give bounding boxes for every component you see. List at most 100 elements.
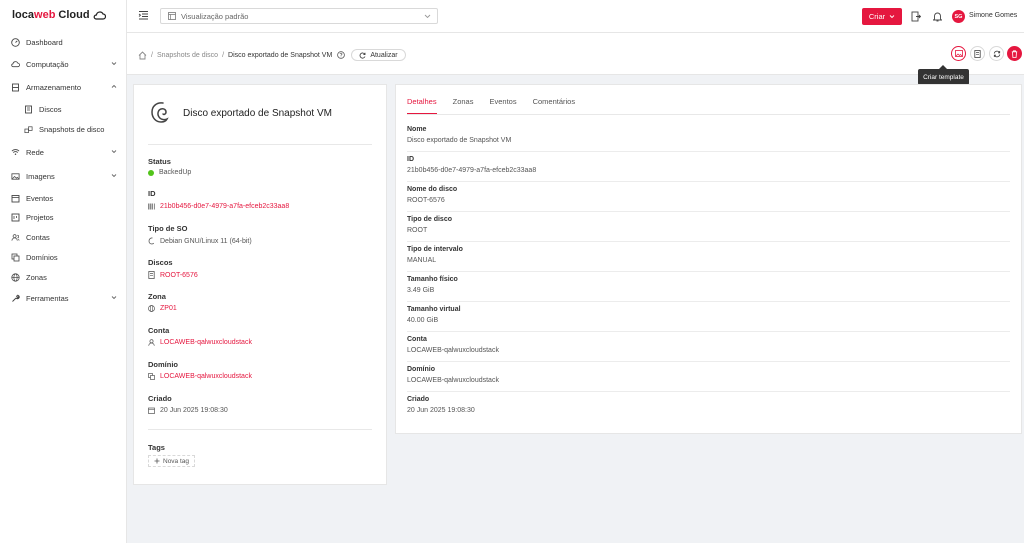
hdd-icon bbox=[974, 49, 981, 58]
picture-icon bbox=[954, 50, 963, 57]
detail-row-dominio: Domínio LOCAWEB-qalwuxcloudstack bbox=[407, 362, 1010, 392]
breadcrumb-parent[interactable]: Snapshots de disco bbox=[157, 52, 218, 59]
question-icon[interactable] bbox=[337, 51, 346, 59]
view-select[interactable]: Visualização padrão bbox=[160, 8, 438, 24]
sidebar-item-projetos[interactable]: Projetos bbox=[0, 208, 126, 226]
tool-icon bbox=[11, 294, 20, 303]
menu-fold-icon[interactable] bbox=[138, 10, 149, 20]
id-label: ID bbox=[148, 189, 156, 198]
status-value: BackedUp bbox=[148, 169, 191, 176]
wifi-icon bbox=[11, 148, 20, 157]
brand-logo[interactable]: loca web Cloud bbox=[12, 9, 106, 21]
home-icon[interactable] bbox=[138, 50, 147, 60]
sidebar-item-snapshots[interactable]: Snapshots de disco bbox=[0, 120, 126, 138]
cloud-icon bbox=[11, 60, 20, 69]
sidebar-item-zonas[interactable]: Zonas bbox=[0, 268, 126, 286]
chevron-up-icon bbox=[111, 84, 117, 88]
detail-row-tamanho-virtual: Tamanho virtual 40.00 GiB bbox=[407, 302, 1010, 332]
tab-zonas[interactable]: Zonas bbox=[453, 97, 474, 115]
chevron-down-icon bbox=[111, 174, 117, 178]
avatar[interactable]: SG bbox=[952, 10, 965, 23]
chevron-down-icon bbox=[111, 296, 117, 300]
delete-button[interactable] bbox=[1007, 46, 1022, 61]
domain-label: Domínio bbox=[148, 360, 178, 369]
create-template-button[interactable] bbox=[951, 46, 966, 61]
sidebar-item-armazenamento[interactable]: Armazenamento bbox=[0, 78, 126, 96]
sync-icon bbox=[993, 50, 1000, 57]
domain-value[interactable]: LOCAWEB-qalwuxcloudstack bbox=[148, 373, 252, 380]
picture-icon bbox=[11, 172, 20, 181]
global-icon bbox=[148, 305, 155, 312]
zone-value[interactable]: ZP01 bbox=[148, 305, 177, 312]
tab-detalhes[interactable]: Detalhes bbox=[407, 97, 437, 115]
detail-row-tipo-intervalo: Tipo de intervalo MANUAL bbox=[407, 242, 1010, 272]
page-header: / Snapshots de disco / Disco exportado d… bbox=[127, 33, 1024, 75]
sidebar-item-label: Discos bbox=[39, 104, 62, 114]
disks-label: Discos bbox=[148, 258, 173, 267]
sidebar-item-label: Computação bbox=[26, 59, 69, 69]
detail-row-id: ID 21b0b456-d0e7-4979-a7fa-efceb2c33aa8 bbox=[407, 152, 1010, 182]
user-name[interactable]: Simone Gomes bbox=[969, 12, 1017, 19]
block-icon bbox=[148, 373, 155, 380]
database-icon bbox=[11, 83, 20, 92]
resource-summary-card: Disco exportado de Snapshot VM Status Ba… bbox=[133, 84, 387, 485]
detail-row-nome: Nome Disco exportado de Snapshot VM bbox=[407, 122, 1010, 152]
disks-value[interactable]: ROOT-6576 bbox=[148, 271, 198, 279]
sidebar-item-label: Snapshots de disco bbox=[39, 124, 105, 134]
sidebar-item-imagens[interactable]: Imagens bbox=[0, 167, 126, 185]
dashboard-icon bbox=[11, 37, 20, 47]
refresh-button[interactable]: Atualizar bbox=[351, 49, 406, 61]
chevron-down-icon bbox=[424, 14, 431, 19]
volume-button[interactable] bbox=[970, 46, 985, 61]
cloud-logo-icon bbox=[93, 10, 106, 20]
created-value: 20 Jun 2025 19:08:30 bbox=[148, 407, 228, 414]
chevron-down-icon bbox=[889, 15, 895, 19]
sidebar-item-label: Contas bbox=[26, 232, 50, 242]
top-bar: Visualização padrão Criar SG Simone Gome… bbox=[127, 0, 1024, 33]
tab-comentarios[interactable]: Comentários bbox=[533, 97, 576, 115]
sidebar-item-label: Eventos bbox=[26, 193, 54, 203]
sidebar-item-contas[interactable]: Contas bbox=[0, 228, 126, 246]
sidebar-item-label: Projetos bbox=[26, 212, 54, 222]
os-type-label: Tipo de SO bbox=[148, 224, 188, 233]
calendar-icon bbox=[148, 407, 155, 414]
detail-row-tamanho-fisico: Tamanho físico 3.49 GiB bbox=[407, 272, 1010, 302]
created-label: Criado bbox=[148, 394, 172, 403]
status-badge bbox=[148, 169, 154, 176]
sidebar-item-label: Rede bbox=[26, 147, 44, 157]
divider bbox=[148, 144, 372, 145]
schedule-icon bbox=[11, 194, 20, 203]
sidebar-item-discos[interactable]: Discos bbox=[0, 100, 126, 118]
sidebar-item-ferramentas[interactable]: Ferramentas bbox=[0, 289, 126, 307]
sidebar-item-label: Zonas bbox=[26, 272, 47, 282]
delete-icon bbox=[1011, 49, 1018, 58]
bell-icon[interactable] bbox=[933, 11, 942, 22]
sidebar-item-dominios[interactable]: Domínios bbox=[0, 248, 126, 266]
sidebar-item-computacao[interactable]: Computação bbox=[0, 55, 126, 73]
sidebar-item-dashboard[interactable]: Dashboard bbox=[0, 33, 126, 51]
account-value[interactable]: LOCAWEB-qalwuxcloudstack bbox=[148, 339, 252, 346]
sidebar-item-rede[interactable]: Rede bbox=[0, 143, 126, 161]
id-value[interactable]: 21b0b456-d0e7-4979-a7fa-efceb2c33aa8 bbox=[148, 203, 289, 210]
sync-button[interactable] bbox=[989, 46, 1004, 61]
create-button[interactable]: Criar bbox=[862, 8, 902, 25]
block-icon bbox=[11, 253, 20, 262]
user-icon bbox=[148, 339, 155, 346]
detail-row-criado: Criado 20 Jun 2025 19:08:30 bbox=[407, 396, 475, 414]
detail-row-conta: Conta LOCAWEB-qalwuxcloudstack bbox=[407, 332, 1010, 362]
export-icon[interactable] bbox=[911, 11, 921, 22]
chevron-down-icon bbox=[111, 62, 117, 66]
sidebar-item-label: Domínios bbox=[26, 252, 58, 262]
new-tag-button[interactable]: Nova tag bbox=[148, 455, 196, 467]
details-card: Detalhes Zonas Eventos Comentários Nome D… bbox=[395, 84, 1022, 434]
hdd-icon bbox=[24, 105, 33, 114]
tab-eventos[interactable]: Eventos bbox=[489, 97, 516, 115]
tooltip-create-template: Criar template bbox=[918, 65, 969, 85]
plus-icon bbox=[154, 458, 160, 464]
sidebar-item-label: Dashboard bbox=[26, 37, 63, 47]
status-label: Status bbox=[148, 157, 171, 166]
global-icon bbox=[11, 272, 20, 282]
barcode-icon bbox=[148, 203, 155, 210]
sidebar: loca web Cloud Dashboard Computação Armaz… bbox=[0, 0, 127, 543]
sidebar-item-eventos[interactable]: Eventos bbox=[0, 189, 126, 207]
